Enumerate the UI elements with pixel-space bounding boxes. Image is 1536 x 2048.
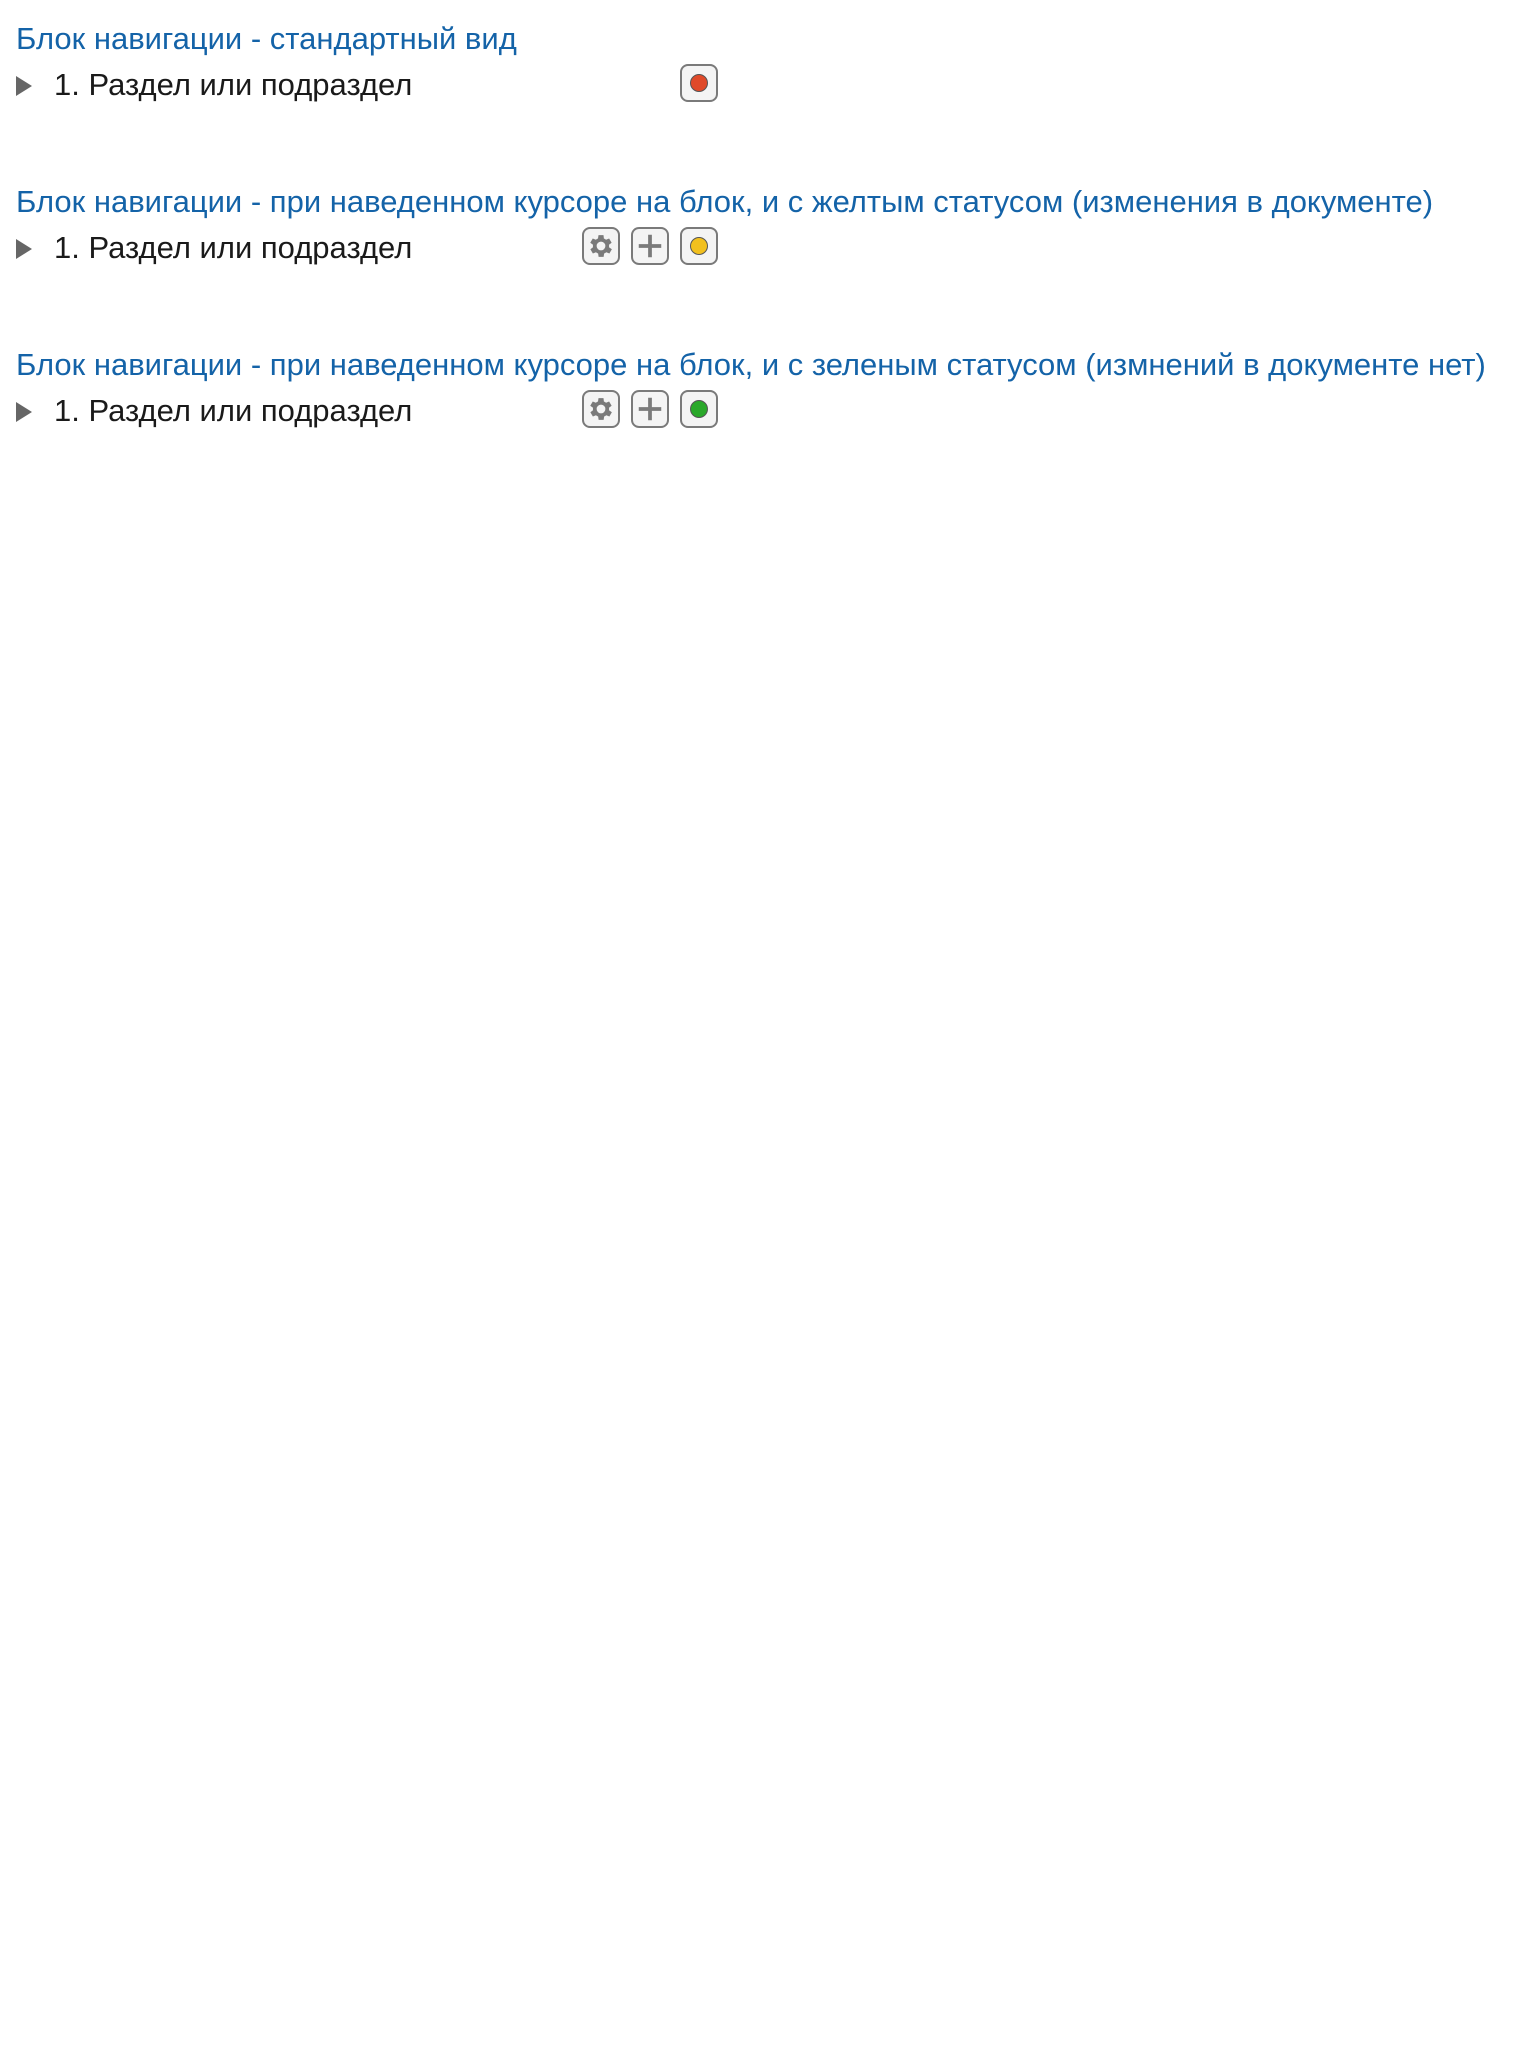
nav-item-label[interactable]: 1. Раздел или подраздел xyxy=(54,390,412,432)
plus-icon xyxy=(638,397,662,421)
expand-arrow-icon[interactable] xyxy=(16,402,32,422)
block-title: Блок навигации - при наведенном курсоре … xyxy=(16,184,1434,219)
status-button[interactable] xyxy=(680,64,718,102)
block-title: Блок навигации - стандартный вид xyxy=(16,21,517,56)
nav-item-label[interactable]: 1. Раздел или подраздел xyxy=(54,227,412,269)
status-yellow-icon xyxy=(690,237,708,255)
nav-item[interactable]: 1. Раздел или подраздел xyxy=(16,223,1516,275)
add-button[interactable] xyxy=(631,227,669,265)
status-button[interactable] xyxy=(680,390,718,428)
settings-button[interactable] xyxy=(582,390,620,428)
nav-item[interactable]: 1. Раздел или подраздел xyxy=(16,60,1516,112)
plus-icon xyxy=(638,234,662,258)
nav-item[interactable]: 1. Раздел или подраздел xyxy=(16,386,1516,438)
gear-icon xyxy=(590,398,612,420)
block-title: Блок навигации - при наведенном курсоре … xyxy=(16,347,1486,382)
nav-block-standard: Блок навигации - стандартный вид 1. Разд… xyxy=(16,18,1516,112)
nav-item-label[interactable]: 1. Раздел или подраздел xyxy=(54,64,412,106)
nav-block-hover-yellow: Блок навигации - при наведенном курсоре … xyxy=(16,181,1516,275)
status-green-icon xyxy=(690,400,708,418)
nav-block-hover-green: Блок навигации - при наведенном курсоре … xyxy=(16,344,1516,438)
settings-button[interactable] xyxy=(582,227,620,265)
status-red-icon xyxy=(690,74,708,92)
expand-arrow-icon[interactable] xyxy=(16,76,32,96)
status-button[interactable] xyxy=(680,227,718,265)
add-button[interactable] xyxy=(631,390,669,428)
gear-icon xyxy=(590,235,612,257)
expand-arrow-icon[interactable] xyxy=(16,239,32,259)
